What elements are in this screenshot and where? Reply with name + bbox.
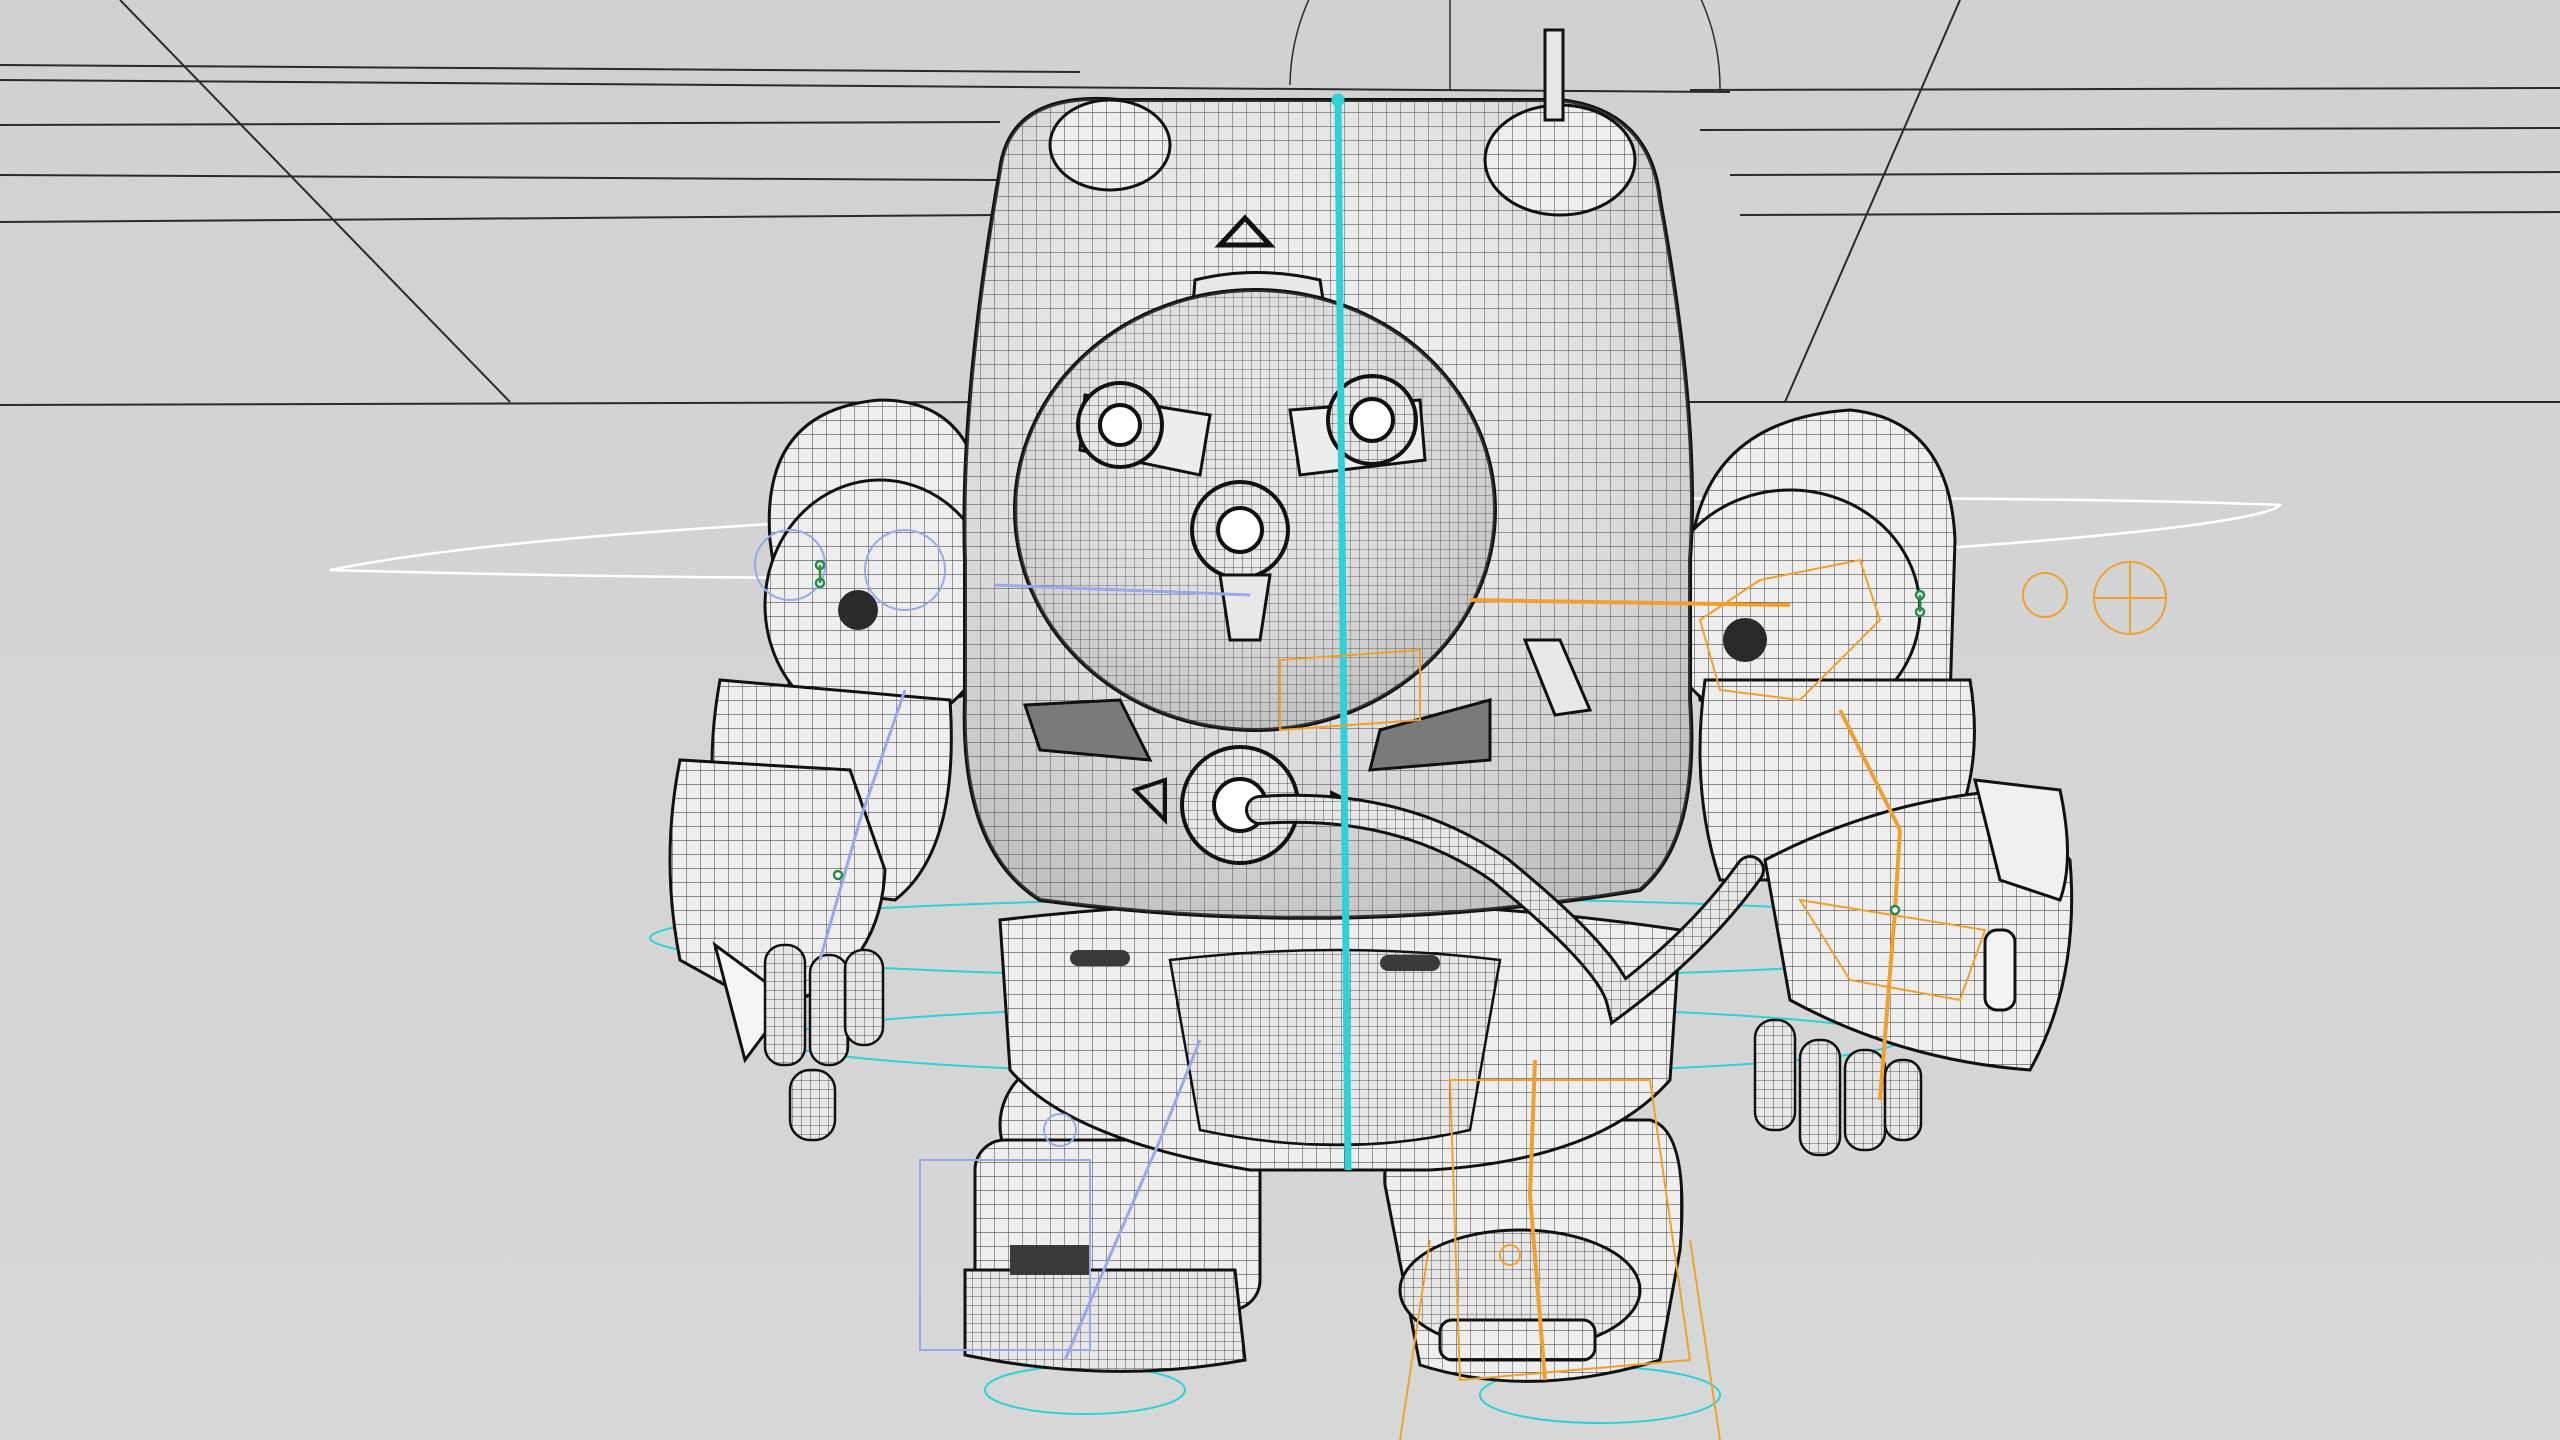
left-arm (668, 398, 997, 1142)
3d-viewport[interactable] (0, 0, 2560, 1440)
left-hand (763, 943, 885, 1142)
right-arm (1658, 408, 2074, 1157)
torso (962, 28, 1694, 920)
